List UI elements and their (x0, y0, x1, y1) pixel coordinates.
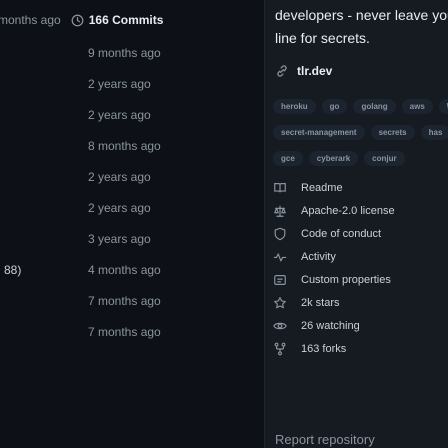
license-link[interactable]: Apache-2.0 license (271, 201, 395, 221)
code-of-conduct-link[interactable]: Code of conduct (271, 224, 381, 244)
homepage-text: tlr.dev (297, 64, 333, 78)
history-icon (71, 14, 84, 26)
meta-label: 26 watching (301, 320, 360, 332)
topics-row: secret-management secrets has (273, 125, 448, 140)
meta-label: Readme (301, 182, 343, 194)
meta-label: 2k stars (301, 297, 340, 309)
topic-tag[interactable]: \ (438, 99, 448, 114)
repo-description: developers - never leave your c line for… (275, 4, 448, 50)
row-time: 2 years ago (88, 201, 151, 215)
row-time: 2 years ago (88, 108, 151, 122)
link-icon (277, 65, 287, 77)
topic-tag[interactable]: conjur (364, 151, 405, 166)
row-commit-ref[interactable]: 88) (4, 263, 21, 277)
commits-link[interactable]: 166 Commits (71, 13, 164, 27)
topic-tag[interactable]: secrets (370, 125, 415, 140)
row-time: 8 months ago (88, 139, 161, 153)
commit-count: 166 Commits (88, 13, 164, 27)
meta-label: Activity (301, 251, 336, 263)
star-icon (271, 294, 289, 312)
row-time: 7 months ago (88, 294, 161, 308)
forks-link[interactable]: 163 forks (271, 339, 346, 359)
about-sidebar: developers - never leave your c line for… (264, 0, 448, 448)
custom-properties-link[interactable]: Custom properties (271, 270, 391, 290)
readme-link[interactable]: Readme (271, 178, 343, 198)
row-time: 9 months ago (88, 46, 161, 60)
topic-tag[interactable]: go (321, 99, 348, 114)
topics-row: heroku go golang aws \ (273, 99, 448, 114)
stars-link[interactable]: 2k stars (271, 293, 340, 313)
topic-tag[interactable]: golang (353, 99, 396, 114)
fork-icon (271, 340, 289, 358)
row-time: 7 months ago (88, 325, 161, 339)
homepage-link[interactable]: tlr.dev (275, 64, 332, 78)
topic-tag[interactable]: heroku (273, 99, 316, 114)
row-time: 4 months ago (88, 263, 161, 277)
topic-tag[interactable]: has (420, 125, 448, 140)
commits-bar: months ago 166 Commits (0, 10, 163, 30)
topic-tag[interactable]: secret-management (273, 125, 365, 140)
description-line: line for secrets. (275, 30, 370, 46)
topic-tag[interactable]: cyberark (308, 151, 359, 166)
row-time: 2 years ago (88, 170, 151, 184)
report-repository-link[interactable]: Report repository (275, 432, 375, 447)
shield-icon (271, 225, 289, 243)
pulse-icon (271, 248, 289, 266)
description-line: developers - never leave your c (275, 7, 448, 23)
meta-label: Code of conduct (301, 228, 382, 240)
watchers-link[interactable]: 26 watching (271, 316, 360, 336)
meta-label: Apache-2.0 license (301, 205, 395, 217)
book-icon (271, 179, 289, 197)
eye-icon (271, 317, 289, 335)
topic-tag[interactable]: gce (273, 151, 303, 166)
activity-link[interactable]: Activity (271, 247, 336, 267)
meta-label: Custom properties (301, 274, 391, 286)
scale-icon (271, 202, 289, 220)
file-list-panel: months ago 166 Commits 9 months ago 2 ye… (0, 0, 264, 448)
meta-label: 163 forks (301, 343, 347, 355)
properties-icon (271, 271, 289, 289)
row-time: 3 years ago (88, 232, 151, 246)
topics-row: gce cyberark conjur (273, 151, 411, 166)
page: months ago 166 Commits 9 months ago 2 ye… (0, 0, 448, 448)
row-time: 2 years ago (88, 77, 151, 91)
last-commit-age: months ago (0, 13, 61, 27)
topic-tag[interactable]: aws (401, 99, 433, 114)
